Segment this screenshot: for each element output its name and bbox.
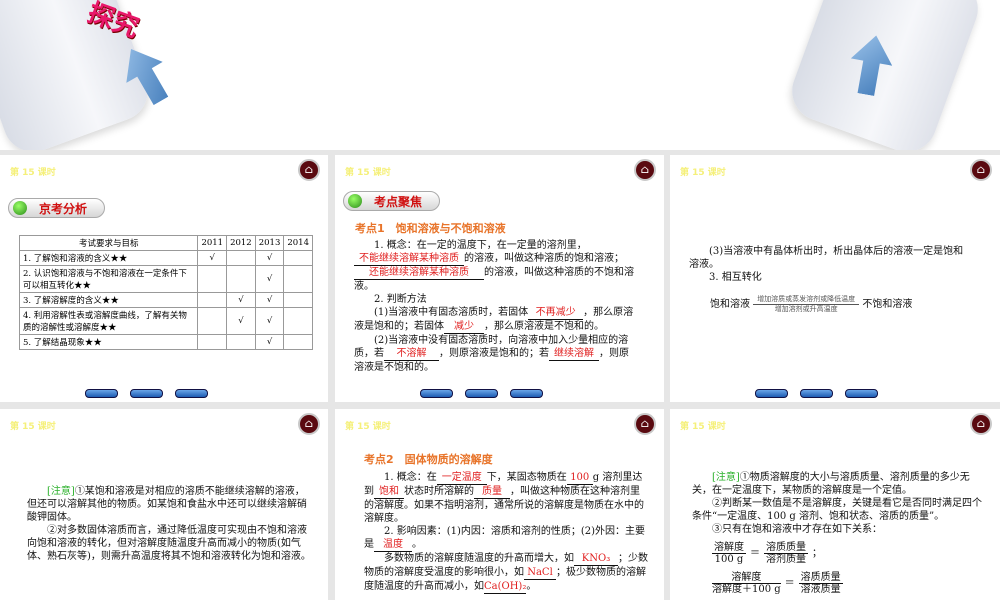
answer-blank: 饱和 [374, 486, 404, 499]
answer-blank: 100 [566, 472, 593, 485]
answer-blank: 不能继续溶解某种溶质 [354, 253, 464, 266]
section-title: 考点聚焦 [374, 194, 423, 209]
table-cell [197, 307, 228, 335]
lesson-label: 第 15 课时 [345, 168, 391, 178]
table-cell: 4. 利用溶解性表或溶解度曲线，了解有关物质的溶解性或溶解度★★ [18, 307, 199, 335]
table-cell: √ [254, 292, 285, 308]
table-cell: √ [254, 307, 285, 335]
answer-blank: Ca(OH)₂ [484, 581, 527, 594]
nav-button[interactable] [130, 389, 163, 398]
nav-button[interactable] [845, 389, 878, 398]
table-cell [197, 265, 228, 293]
nav-button[interactable] [420, 389, 453, 398]
table-header: 2013 [254, 235, 285, 251]
table-cell [226, 334, 256, 350]
formula-2: 溶解度 溶解度＋100 g ＝溶质质量 溶液质量 [712, 572, 843, 595]
table-header: 考试要求与目标 [18, 235, 199, 251]
table-row: 4. 利用溶解性表或溶解度曲线，了解有关物质的溶解性或溶解度★★ √ √ [18, 307, 313, 335]
home-icon[interactable]: ⌂ [634, 413, 656, 435]
nav-button[interactable] [755, 389, 788, 398]
table-header: 2014 [283, 235, 313, 251]
formula-1: 溶解度 100 g ＝溶质质量 溶剂质量； [712, 542, 822, 565]
table-cell: 1. 了解饱和溶液的含义★★ [18, 250, 199, 266]
table-cell: 3. 了解溶解度的含义★★ [18, 292, 199, 308]
ribbon-right [783, 0, 987, 150]
note-label: [注意] [47, 486, 75, 497]
exam-table: 考试要求与目标 2011 2012 2013 2014 1. 了解饱和溶液的含义★★ √ √… [18, 235, 313, 350]
slide-thumbnail-3[interactable]: 第 15 课时 ⌂ (3)当溶液中有晶体析出时，析出晶体后的溶液一定是饱和溶液。… [670, 155, 1000, 402]
table-cell [283, 292, 313, 308]
section-pill: 考点聚焦 [343, 191, 440, 211]
table-cell: √ [254, 265, 285, 293]
table-row: 2. 认识饱和溶液与不饱和溶液在一定条件下可以相互转化★★ √ [18, 265, 313, 293]
home-icon[interactable]: ⌂ [298, 413, 320, 435]
answer-blank: 质量 [474, 486, 510, 499]
table-cell [283, 307, 313, 335]
header-banner: 探究 [0, 0, 1000, 150]
table-cell: √ [254, 250, 285, 266]
nav-button[interactable] [510, 389, 543, 398]
table-cell [283, 250, 313, 266]
topic-heading: 考点1 饱和溶液与不饱和溶液 [355, 222, 506, 235]
table-cell [283, 265, 313, 293]
answer-blank: KNO₃ [574, 553, 618, 566]
home-icon[interactable]: ⌂ [298, 159, 320, 181]
slide-nav [85, 389, 208, 398]
lesson-label: 第 15 课时 [680, 422, 726, 432]
answer-blank: 不再减少 [528, 307, 584, 320]
slide-thumbnail-2[interactable]: 第 15 课时 ⌂ 考点聚焦 考点1 饱和溶液与不饱和溶液 1. 概念：在一定的… [335, 155, 664, 402]
nav-button[interactable] [465, 389, 498, 398]
table-row: 1. 了解饱和溶液的含义★★ √ √ [18, 250, 313, 266]
lesson-label: 第 15 课时 [10, 422, 56, 432]
slide-body: [注意]①物质溶解度的大小与溶质质量、溶剂质量的多少无关，在一定温度下，某物质的… [692, 472, 982, 535]
answer-blank: 不溶解 [384, 348, 439, 361]
slide-body: 1. 概念：在一定的温度下，在一定量的溶剂里，不能继续溶解某种溶质 的溶液，叫做这… [354, 240, 634, 373]
table-cell: √ [226, 307, 256, 335]
section-pill: 京考分析 [8, 198, 105, 218]
table-row: 5. 了解结晶现象★★ √ [18, 334, 313, 350]
answer-blank: 继续溶解 [549, 348, 599, 361]
slide-thumbnail-6[interactable]: 第 15 课时 ⌂ [注意]①物质溶解度的大小与溶质质量、溶剂质量的多少无关，在… [670, 409, 1000, 600]
answer-blank: 减少 [444, 321, 484, 334]
table-cell: √ [197, 250, 228, 266]
slide-thumbnail-1[interactable]: 第 15 课时 ⌂ 京考分析 考试要求与目标 2011 2012 2013 2014 1… [0, 155, 328, 402]
lesson-label: 第 15 课时 [345, 422, 391, 432]
nav-button[interactable] [800, 389, 833, 398]
slide-body: [注意]①某饱和溶液是对相应的溶质不能继续溶解的溶液，但还可以溶解其他的物质。如… [27, 486, 311, 562]
answer-blank: NaCl [524, 567, 556, 580]
slide-nav [755, 389, 878, 398]
nav-button[interactable] [85, 389, 118, 398]
table-cell [197, 334, 228, 350]
table-cell: 2. 认识饱和溶液与不饱和溶液在一定条件下可以相互转化★★ [18, 265, 199, 293]
slide-nav [420, 389, 543, 398]
note-label: [注意] [712, 472, 740, 483]
table-header: 2011 [197, 235, 228, 251]
lesson-label: 第 15 课时 [680, 168, 726, 178]
table-cell: 5. 了解结晶现象★★ [18, 334, 199, 350]
home-icon[interactable]: ⌂ [970, 159, 992, 181]
slide-body: (3)当溶液中有晶体析出时，析出晶体后的溶液一定是饱和溶液。 3. 相互转化 [689, 246, 964, 283]
table-cell [283, 334, 313, 350]
table-header: 2012 [226, 235, 256, 251]
answer-blank: 还能继续溶解某种溶质 [354, 267, 484, 280]
nav-button[interactable] [175, 389, 208, 398]
table-cell [226, 250, 256, 266]
table-cell [197, 292, 228, 308]
table-cell [226, 265, 256, 293]
home-icon[interactable]: ⌂ [970, 413, 992, 435]
answer-blank: 温度 [374, 539, 412, 552]
section-title: 京考分析 [39, 201, 88, 216]
slide-body: 1. 概念：在 一定温度 下，某固态物质在 100 g 溶剂里达到 饱和 状态时所溶解的 质量… [364, 472, 648, 594]
conversion-diagram: 饱和溶液 增加溶质或蒸发溶剂或降低温度 增加溶剂或升高温度 不饱和溶液 [710, 295, 913, 313]
slide-thumbnail-5[interactable]: 第 15 课时 ⌂ 考点2 固体物质的溶解度 1. 概念：在 一定温度 下，某固态物… [335, 409, 664, 600]
answer-blank: 一定温度 [436, 472, 487, 485]
slide-thumbnail-4[interactable]: 第 15 课时 ⌂ [注意]①某饱和溶液是对相应的溶质不能继续溶解的溶液，但还可… [0, 409, 328, 600]
home-icon[interactable]: ⌂ [634, 159, 656, 181]
table-row: 3. 了解溶解度的含义★★ √ √ [18, 292, 313, 308]
table-cell: √ [254, 334, 285, 350]
table-cell: √ [226, 292, 256, 308]
lesson-label: 第 15 课时 [10, 168, 56, 178]
topic-heading: 考点2 固体物质的溶解度 [364, 453, 493, 466]
